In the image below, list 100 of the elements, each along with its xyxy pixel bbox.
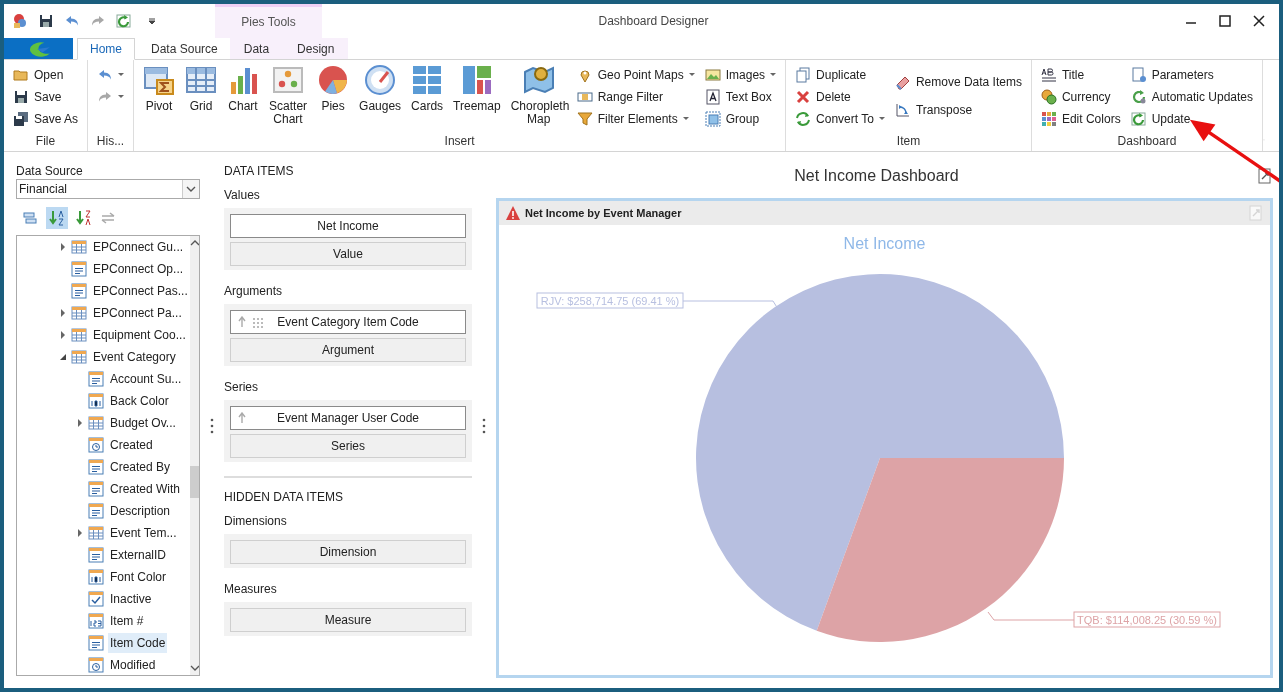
ribbon-large-button[interactable]: Pivot [140,64,179,113]
ribbon-large-button[interactable]: Chart [224,64,263,113]
tree-item[interactable]: Inactive [108,589,154,609]
splitter-handle-icon[interactable] [482,418,486,434]
ribbon-tab[interactable]: Home [77,38,135,60]
collapsed-arrow-icon[interactable] [59,309,67,317]
drop-target[interactable]: Series [230,434,466,458]
text-field-icon [88,481,104,497]
group-fields-icon[interactable] [22,210,38,226]
ribbon-button[interactable]: Filter Elements [573,108,698,130]
export-icon[interactable] [1257,168,1273,184]
ribbon-button[interactable]: Geo Point Maps [573,64,698,86]
ribbon-large-button[interactable]: Gauges [356,64,405,113]
swap-arrows-icon[interactable] [100,210,116,226]
collapsed-arrow-icon[interactable] [76,529,84,537]
tree-item[interactable]: Event Tem... [108,523,179,543]
table-icon [71,239,87,255]
tree-item[interactable]: Item Code [108,633,168,653]
warning-icon[interactable] [505,205,521,221]
tree-item[interactable]: Font Color [108,567,169,587]
tree-item[interactable]: EPConnect Op... [91,259,186,279]
scrollbar[interactable] [189,236,199,675]
sort-ascending-icon[interactable] [49,210,65,226]
expanded-arrow-icon[interactable] [59,353,67,361]
sort-arrow-icon[interactable] [238,316,246,328]
drop-target[interactable]: Value [230,242,466,266]
maximize-icon[interactable] [1219,15,1231,27]
close-icon[interactable] [1253,15,1265,27]
ribbon-button[interactable]: Convert To [792,108,888,130]
ribbon-button[interactable]: Range Filter [573,86,698,108]
ribbon-button[interactable]: Transpose [891,99,1025,121]
application-menu-button[interactable] [4,38,73,59]
tree-item[interactable]: Back Color [108,391,171,411]
pivot-table-icon [143,64,176,96]
tree-item[interactable]: ExternalID [108,545,169,565]
ribbon-large-button[interactable]: Grid [182,64,221,113]
scroll-up-icon[interactable] [189,240,199,246]
pie-slice[interactable] [816,458,1064,642]
title-icon [1040,67,1057,83]
tree-item[interactable]: EPConnect Pas... [91,281,190,301]
data-item[interactable]: Event Manager User Code [230,406,466,430]
ribbon-button[interactable]: Delete [792,86,888,108]
collapsed-arrow-icon[interactable] [76,419,84,427]
ribbon-group-label: File [34,133,57,150]
ribbon-button[interactable]: Text Box [701,86,780,108]
collapsed-arrow-icon[interactable] [59,243,67,251]
sort-descending-icon[interactable] [76,210,92,226]
tree-item[interactable]: Event Category [91,347,178,367]
table-icon [71,349,87,365]
copy-icon [795,67,812,83]
customize-caret-icon[interactable] [148,17,156,25]
ribbon-large-button[interactable]: Scatter Chart [266,64,311,126]
tree-item[interactable]: Equipment Coo... [91,325,188,345]
tree-item[interactable]: Created [108,435,155,455]
ribbon-button[interactable]: Edit Colors [1037,108,1124,130]
pie-slice[interactable] [696,274,1064,631]
drop-target[interactable]: Measure [230,608,466,632]
ribbon-large-button[interactable]: Choropleth Map [507,64,570,126]
sort-arrow-icon[interactable] [238,412,246,424]
tree-item[interactable]: Created By [108,457,173,477]
ribbon-button[interactable]: Automatic Updates [1127,86,1256,108]
tree-item[interactable]: EPConnect Gu... [91,237,186,257]
drop-target[interactable]: Argument [230,338,466,362]
ribbon-button[interactable]: Title [1037,64,1124,86]
ribbon-tab[interactable]: Data Source [139,38,230,59]
data-source-dropdown[interactable]: Financial [16,179,200,199]
ribbon-button[interactable]: Group [701,108,780,130]
ribbon-button[interactable]: Currency [1037,86,1124,108]
tree-item[interactable]: Budget Ov... [108,413,178,433]
drop-target[interactable]: Dimension [230,540,466,564]
data-item[interactable]: Event Category Item Code [230,310,466,334]
data-label: RJV: $258,714.75 (69.41 %) [536,292,684,309]
ribbon-button[interactable]: Remove Data Items [891,71,1025,93]
splitter-handle-icon[interactable] [210,418,214,434]
text-box-icon [704,89,721,105]
scroll-down-icon[interactable] [189,665,199,671]
grid-dots-icon[interactable] [253,318,263,328]
ribbon-tab[interactable]: Design [283,38,349,59]
ribbon-button[interactable]: Images [701,64,780,86]
ribbon-large-button[interactable]: Treemap [450,64,504,113]
collapsed-arrow-icon[interactable] [59,331,67,339]
ribbon-large-button[interactable]: Cards [408,64,447,113]
ribbon-button[interactable]: Open [10,64,82,86]
ribbon-group-label: Insert [443,133,476,150]
tree-item[interactable]: Account Su... [108,369,184,389]
ribbon-large-button[interactable]: Pies [314,64,353,113]
tree-item[interactable]: Modified [108,655,158,675]
scroll-thumb[interactable] [189,466,199,498]
ribbon-button[interactable]: Save As [10,108,82,130]
tree-item[interactable]: Created With [108,479,183,499]
data-item[interactable]: Net Income [230,214,466,238]
tree-item[interactable]: Description [108,501,173,521]
tree-item[interactable]: EPConnect Pa... [91,303,184,323]
ribbon-button[interactable]: Parameters [1127,64,1256,86]
ribbon-tab[interactable]: Data [229,38,284,59]
ribbon-button[interactable]: Duplicate [792,64,888,86]
ribbon-button[interactable]: Save [10,86,82,108]
tree-item[interactable]: Item # [108,611,146,631]
refresh-icon[interactable] [116,13,132,29]
app-logo-icon[interactable] [12,13,28,29]
